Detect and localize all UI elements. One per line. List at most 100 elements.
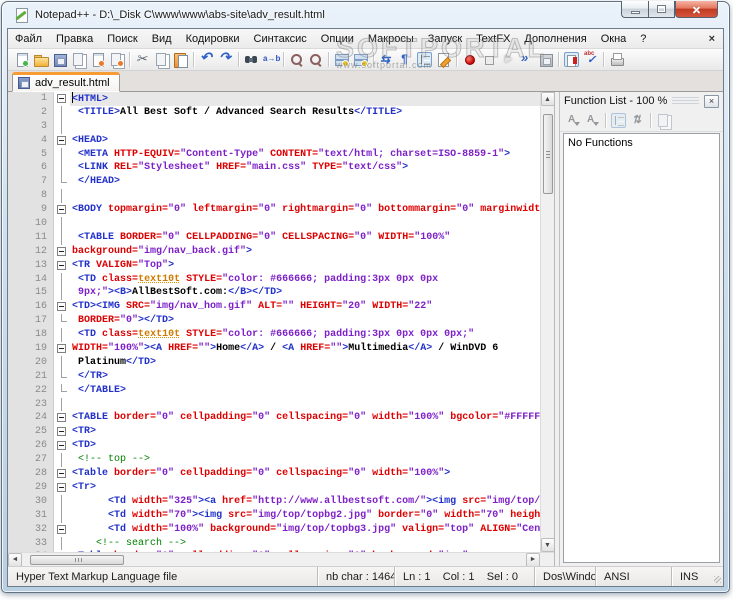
fold-collapse-icon[interactable]: [57, 205, 66, 214]
panel-close-button[interactable]: ×: [704, 95, 719, 108]
line-text[interactable]: <TABLE BORDER="0" CELLPADDING="0" CELLSP…: [70, 231, 540, 245]
code-line-9[interactable]: 9<BODY topmargin="0" leftmargin="0" righ…: [8, 203, 540, 217]
code-line-12[interactable]: 12background="img/nav_back.gif">: [8, 245, 540, 259]
print-icon[interactable]: [607, 50, 626, 69]
fold-collapse-icon[interactable]: [57, 247, 66, 256]
code-line-11[interactable]: 11 <TABLE BORDER="0" CELLPADDING="0" CEL…: [8, 231, 540, 245]
paste-icon[interactable]: [171, 50, 190, 69]
show-all-characters-icon[interactable]: [396, 50, 415, 69]
line-text[interactable]: 9px;"><B>AllBestSoft.com:</B></TD>: [70, 286, 540, 300]
fold-margin[interactable]: [54, 523, 70, 537]
line-text[interactable]: <TD>: [70, 439, 540, 453]
view-list-icon[interactable]: [609, 111, 628, 130]
code-line-5[interactable]: 5 <META HTTP-EQUIV="Content-Type" CONTEN…: [8, 148, 540, 162]
menu-item-11[interactable]: Дополнения: [517, 31, 593, 47]
code-line-33[interactable]: 33 <!-- search -->: [8, 537, 540, 551]
code-line-16[interactable]: 16<TD><IMG SRC="img/nav_hom.gif" ALT="" …: [8, 300, 540, 314]
replace-icon[interactable]: [261, 50, 280, 69]
sort-order-icon[interactable]: [628, 111, 647, 130]
copy-names-icon[interactable]: [654, 111, 673, 130]
undo-icon[interactable]: [197, 50, 216, 69]
line-text[interactable]: </TR>: [70, 370, 540, 384]
macro-run-multiple-icon[interactable]: [517, 50, 536, 69]
line-text[interactable]: <TD><IMG SRC="img/nav_hom.gif" ALT="" HE…: [70, 300, 540, 314]
line-text[interactable]: BORDER="0"></TD>: [70, 314, 540, 328]
code-line-20[interactable]: 20 Platinum</TD>: [8, 356, 540, 370]
indent-guide-icon[interactable]: [415, 50, 434, 69]
menu-item-2[interactable]: Правка: [49, 31, 100, 47]
line-text[interactable]: <HEAD>: [70, 134, 540, 148]
fold-margin[interactable]: [54, 411, 70, 425]
maximize-button[interactable]: [648, 1, 675, 18]
menu-item-10[interactable]: TextFX: [469, 31, 517, 47]
macro-save-icon[interactable]: [536, 50, 555, 69]
code-line-27[interactable]: 27 <!-- top -->: [8, 453, 540, 467]
fold-margin[interactable]: [54, 134, 70, 148]
code-rows[interactable]: 1<HTML>2 <TITLE>All Best Soft / Advanced…: [8, 92, 540, 552]
code-line-29[interactable]: 29<Tr>: [8, 481, 540, 495]
menu-item-13[interactable]: ?: [633, 31, 653, 47]
fold-collapse-icon[interactable]: [57, 525, 66, 534]
code-line-30[interactable]: 30 <Td width="325"><a href="http://www.a…: [8, 495, 540, 509]
macro-record-icon[interactable]: [460, 50, 479, 69]
macro-play-icon[interactable]: [498, 50, 517, 69]
fold-margin[interactable]: [54, 439, 70, 453]
code-line-31[interactable]: 31 <Td width="70"><img src="img/top/topb…: [8, 509, 540, 523]
title-bar[interactable]: Notepad++ - D:\_Disk C\www\www\abs-site\…: [7, 2, 724, 28]
code-line-22[interactable]: 22 </TABLE>: [8, 384, 540, 398]
new-file-icon[interactable]: [12, 50, 31, 69]
line-text[interactable]: [70, 398, 540, 412]
line-text[interactable]: <HTML>: [70, 92, 540, 106]
fold-margin[interactable]: [54, 550, 70, 552]
scroll-left-icon[interactable]: ◄: [8, 553, 22, 567]
close-document-icon[interactable]: ×: [709, 33, 715, 45]
line-text[interactable]: <META HTTP-EQUIV="Content-Type" CONTENT=…: [70, 148, 540, 162]
menu-item-6[interactable]: Синтаксис: [247, 31, 314, 47]
code-line-17[interactable]: 17 BORDER="0"></TD>: [8, 314, 540, 328]
tab-adv-result[interactable]: adv_result.html: [12, 72, 120, 92]
cut-icon[interactable]: [133, 50, 152, 69]
menu-item-4[interactable]: Вид: [145, 31, 179, 47]
minimize-button[interactable]: [621, 1, 648, 18]
open-file-icon[interactable]: [31, 50, 50, 69]
zoom-out-icon[interactable]: [306, 50, 325, 69]
code-line-24[interactable]: 24<TABLE border="0" cellpadding="0" cell…: [8, 411, 540, 425]
code-line-13[interactable]: 13<TR VALIGN="Top">: [8, 259, 540, 273]
code-line-4[interactable]: 4<HEAD>: [8, 134, 540, 148]
line-text[interactable]: [70, 120, 540, 134]
code-line-21[interactable]: 21 </TR>: [8, 370, 540, 384]
horizontal-scrollbar[interactable]: ◄ ►: [8, 552, 554, 566]
line-text[interactable]: <Td width="325"><a href="http://www.allb…: [70, 495, 540, 509]
menu-item-12[interactable]: Окна: [594, 31, 634, 47]
menu-item-8[interactable]: Макросы: [361, 31, 421, 47]
sync-vertical-scroll-icon[interactable]: [332, 50, 351, 69]
fold-margin[interactable]: [54, 425, 70, 439]
code-line-1[interactable]: 1<HTML>: [8, 92, 540, 106]
code-line-25[interactable]: 25<TR>: [8, 425, 540, 439]
fold-collapse-icon[interactable]: [57, 94, 66, 103]
fold-margin[interactable]: [54, 259, 70, 273]
line-text[interactable]: Platinum</TD>: [70, 356, 540, 370]
line-text[interactable]: <LINK REL="Stylesheet" HREF="main.css" T…: [70, 161, 540, 175]
save-all-icon[interactable]: [69, 50, 88, 69]
fold-margin[interactable]: [54, 203, 70, 217]
code-line-2[interactable]: 2 <TITLE>All Best Soft / Advanced Search…: [8, 106, 540, 120]
vertical-scrollbar[interactable]: ▲ ▼: [540, 92, 554, 552]
fold-margin[interactable]: [54, 300, 70, 314]
code-line-8[interactable]: 8: [8, 189, 540, 203]
code-line-32[interactable]: 32 <Td width="100%" background="img/top/…: [8, 523, 540, 537]
line-text[interactable]: <TITLE>All Best Soft / Advanced Search R…: [70, 106, 540, 120]
line-text[interactable]: <!-- top -->: [70, 453, 540, 467]
code-line-14[interactable]: 14 <TD class=text10t STYLE="color: #6666…: [8, 273, 540, 287]
menu-item-3[interactable]: Поиск: [100, 31, 144, 47]
resize-grip[interactable]: [711, 567, 723, 586]
sort-descending-icon[interactable]: [583, 111, 602, 130]
code-line-28[interactable]: 28<Table border="0" cellpadding="0" cell…: [8, 467, 540, 481]
line-text[interactable]: background="img/nav_back.gif">: [70, 245, 540, 259]
fold-collapse-icon[interactable]: [57, 441, 66, 450]
code-line-7[interactable]: 7 </HEAD>: [8, 175, 540, 189]
fold-collapse-icon[interactable]: [57, 483, 66, 492]
line-text[interactable]: <TR VALIGN="Top">: [70, 259, 540, 273]
menu-item-1[interactable]: Файл: [8, 31, 49, 47]
fold-collapse-icon[interactable]: [57, 136, 66, 145]
